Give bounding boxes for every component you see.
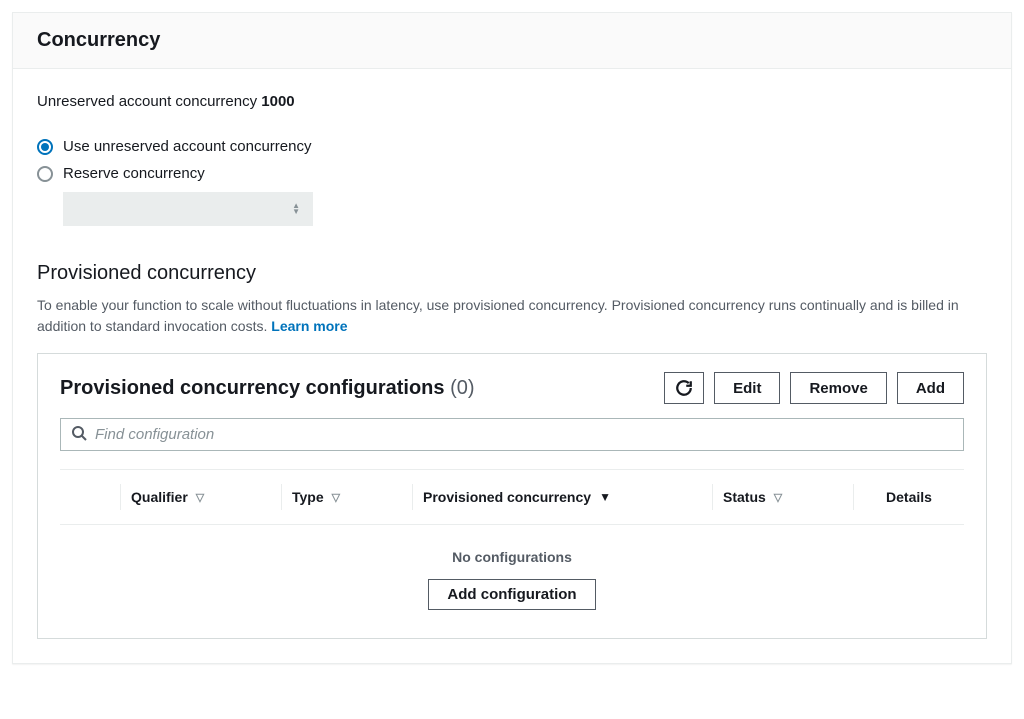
empty-state: No configurations Add configuration (60, 525, 964, 610)
reserve-concurrency-input[interactable]: ▲▼ (63, 192, 313, 226)
sort-icon: ▽ (196, 491, 204, 504)
radio-icon (37, 139, 53, 155)
config-title: Provisioned concurrency configurations (… (60, 377, 475, 400)
search-input[interactable] (95, 426, 953, 443)
search-icon (71, 425, 87, 444)
radio-label: Use unreserved account concurrency (63, 138, 311, 155)
table-header: Qualifier ▽ Type ▽ Provisioned concurren… (60, 469, 964, 525)
col-type[interactable]: Type ▽ (282, 489, 412, 505)
col-details: Details (854, 489, 964, 505)
unreserved-concurrency-text: Unreserved account concurrency 1000 (37, 93, 987, 110)
col-provisioned[interactable]: Provisioned concurrency ▼ (413, 489, 712, 505)
panel-header: Concurrency (13, 13, 1011, 69)
add-button[interactable]: Add (897, 372, 964, 404)
config-buttons: Edit Remove Add (664, 372, 964, 404)
add-configuration-button[interactable]: Add configuration (428, 579, 595, 610)
unreserved-value: 1000 (261, 93, 294, 110)
col-status[interactable]: Status ▽ (713, 489, 853, 505)
radio-label: Reserve concurrency (63, 165, 205, 182)
stepper-icon: ▲▼ (292, 203, 300, 215)
sort-icon: ▽ (774, 491, 782, 504)
learn-more-link[interactable]: Learn more (271, 318, 347, 334)
empty-text: No configurations (60, 549, 964, 565)
search-container (60, 418, 964, 451)
concurrency-radio-group: Use unreserved account concurrency Reser… (37, 138, 987, 226)
refresh-icon (675, 379, 693, 397)
panel-body: Unreserved account concurrency 1000 Use … (13, 69, 1011, 663)
edit-button[interactable]: Edit (714, 372, 780, 404)
radio-reserve-concurrency[interactable]: Reserve concurrency (37, 165, 987, 182)
sort-icon-active: ▼ (599, 490, 611, 504)
config-header: Provisioned concurrency configurations (… (60, 372, 964, 404)
config-count: (0) (450, 377, 474, 399)
config-panel: Provisioned concurrency configurations (… (37, 353, 987, 639)
provisioned-description: To enable your function to scale without… (37, 295, 987, 337)
col-qualifier[interactable]: Qualifier ▽ (121, 489, 281, 505)
unreserved-label: Unreserved account concurrency (37, 93, 257, 110)
remove-button[interactable]: Remove (790, 372, 886, 404)
radio-icon (37, 166, 53, 182)
concurrency-panel: Concurrency Unreserved account concurren… (12, 12, 1012, 664)
page-title: Concurrency (37, 29, 987, 52)
sort-icon: ▽ (332, 491, 340, 504)
radio-use-unreserved[interactable]: Use unreserved account concurrency (37, 138, 987, 155)
refresh-button[interactable] (664, 372, 704, 404)
provisioned-title: Provisioned concurrency (37, 262, 987, 285)
